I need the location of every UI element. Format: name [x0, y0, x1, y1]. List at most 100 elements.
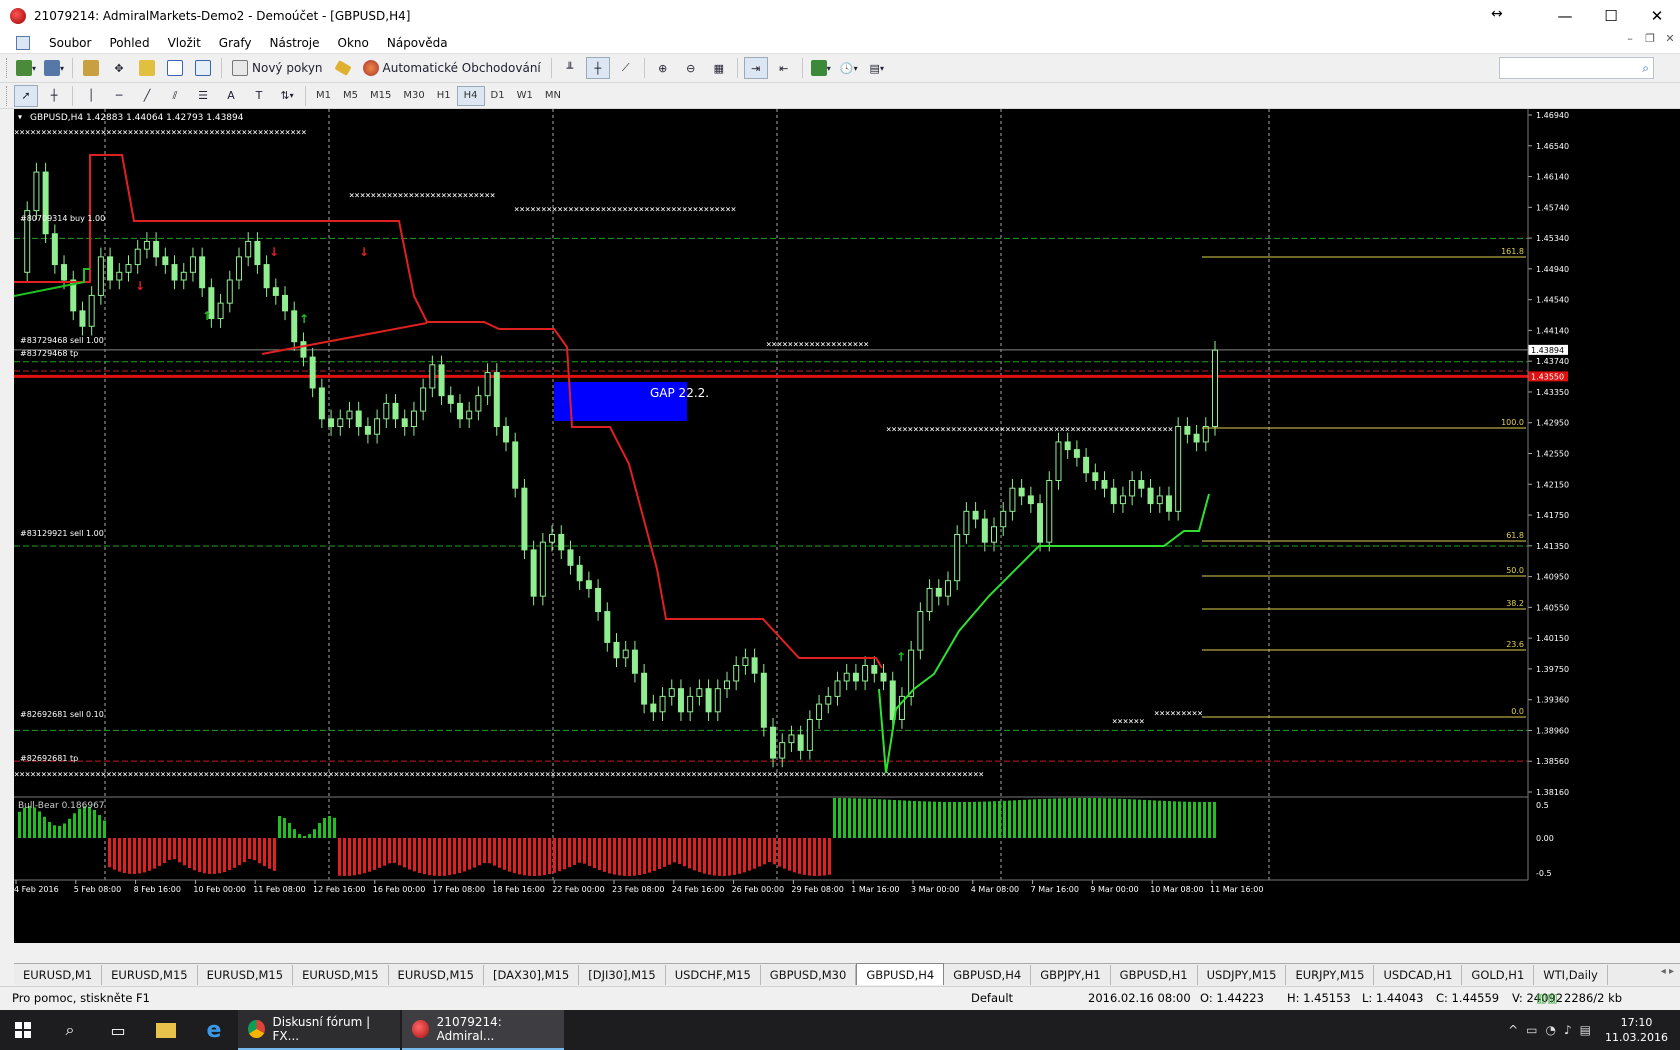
histogram-bar — [1133, 799, 1136, 838]
timeframe-m15[interactable]: M15 — [364, 86, 397, 106]
chart-tab[interactable]: GBPJPY,H1 — [1031, 965, 1111, 985]
network-icon[interactable]: ◔ — [1546, 1023, 1556, 1037]
chart-tab[interactable]: [DAX30],M15 — [484, 965, 580, 985]
notifications-icon[interactable]: ▤ — [1580, 1023, 1591, 1037]
channel-icon[interactable]: ⫽ — [163, 85, 187, 107]
indicators-icon[interactable]: ▾ — [809, 57, 833, 79]
file-explorer-icon[interactable] — [142, 1010, 190, 1050]
crosshair-icon[interactable]: ┼ — [42, 85, 66, 107]
histogram-bar — [783, 838, 786, 869]
fibonacci-icon[interactable]: ☰ — [191, 85, 215, 107]
timeframe-w1[interactable]: W1 — [511, 86, 539, 106]
volume-icon[interactable]: ♪ — [1564, 1023, 1572, 1037]
chart-tab[interactable]: EURUSD,M15 — [389, 965, 485, 985]
status-profile[interactable]: Default — [971, 991, 1013, 1005]
close-button[interactable]: ✕ — [1634, 0, 1680, 32]
chart-tab[interactable]: EURJPY,M15 — [1286, 965, 1375, 985]
search-icon[interactable]: ⌕ — [46, 1010, 94, 1050]
search-input[interactable]: ⌕ — [1499, 57, 1654, 79]
chart-shift-icon[interactable]: ⇤ — [772, 57, 796, 79]
horizontal-line-icon[interactable]: ─ — [107, 85, 131, 107]
tab-scroll-arrows-icon[interactable]: ◂ ▸ — [1661, 966, 1674, 977]
text-icon[interactable]: A — [219, 85, 243, 107]
vertical-line-icon[interactable]: │ — [79, 85, 103, 107]
autoscroll-icon[interactable]: ⇥ — [743, 57, 768, 79]
periods-icon[interactable]: 🕓 ▾ — [837, 57, 861, 79]
child-minimize-button[interactable]: – — [1620, 32, 1640, 45]
bar-chart-icon[interactable]: ╨ — [558, 57, 582, 79]
chart-tab[interactable]: [DJI30],M15 — [579, 965, 666, 985]
menu-window[interactable]: Okno — [329, 36, 378, 50]
maximize-button[interactable]: ☐ — [1588, 0, 1634, 32]
internet-explorer-icon[interactable]: e — [190, 1010, 238, 1050]
chart-tab[interactable]: GOLD,H1 — [1462, 965, 1535, 985]
strategy-tester-icon[interactable] — [191, 57, 215, 79]
navigator-icon[interactable] — [135, 57, 159, 79]
chart-tab[interactable]: GBPUSD,H1 — [1111, 965, 1198, 985]
chart-tab[interactable]: WTI,Daily — [1534, 965, 1608, 985]
chart-tab[interactable]: EURUSD,M15 — [198, 965, 294, 985]
start-button[interactable] — [0, 1010, 46, 1050]
tile-windows-icon[interactable]: ▦ — [707, 57, 731, 79]
candle-body — [954, 533, 961, 582]
timeframe-h1[interactable]: H1 — [431, 86, 457, 106]
chart-tab[interactable]: EURUSD,M15 — [102, 965, 198, 985]
taskbar-app-chrome[interactable]: Diskusní fórum | FX... — [238, 1010, 400, 1050]
battery-icon[interactable]: ▭ — [1526, 1023, 1537, 1037]
cursor-icon[interactable]: ➚ — [14, 84, 38, 107]
line-chart-icon[interactable]: ⟋ — [614, 57, 638, 79]
candle-body — [1184, 426, 1191, 435]
data-window-icon[interactable]: ✥ — [107, 57, 131, 79]
new-order-button[interactable]: Nový pokyn — [228, 57, 327, 79]
timeframe-m5[interactable]: M5 — [337, 86, 364, 106]
timeframe-d1[interactable]: D1 — [485, 86, 511, 106]
task-view-icon[interactable]: ▭ — [94, 1010, 142, 1050]
candle-body — [143, 240, 150, 250]
resize-arrows-icon[interactable]: ↔ — [1491, 6, 1503, 22]
clock[interactable]: 17:10 11.03.2016 — [1605, 1015, 1668, 1045]
taskbar-app-metatrader[interactable]: 21079214: Admiral... — [402, 1010, 564, 1050]
timeframe-mn[interactable]: MN — [539, 86, 567, 106]
zoom-out-icon[interactable]: ⊖ — [679, 57, 703, 79]
templates-icon[interactable]: ▤ ▾ — [865, 57, 889, 79]
terminal-icon[interactable] — [163, 57, 187, 79]
menu-insert[interactable]: Vložit — [159, 36, 210, 50]
arrows-icon[interactable]: ⇅ ▾ — [275, 85, 299, 107]
child-restore-button[interactable]: ❐ — [1640, 32, 1660, 45]
chart-tab[interactable]: EURUSD,M15 — [293, 965, 389, 985]
search-icon[interactable]: ⌕ — [1642, 61, 1649, 76]
chart-tab[interactable]: USDJPY,M15 — [1198, 965, 1287, 985]
menu-charts[interactable]: Grafy — [210, 36, 261, 50]
tray-chevron-icon[interactable]: ^ — [1508, 1023, 1518, 1037]
timeframe-h4[interactable]: H4 — [456, 85, 485, 106]
chart-tab[interactable]: GBPUSD,M30 — [761, 965, 857, 985]
zoom-in-icon[interactable]: ⊕ — [651, 57, 675, 79]
candlestick-icon[interactable]: ┼ — [585, 57, 610, 79]
chart-canvas[interactable]: GAP 22.2. ××××××××××××××××××××××××××××××… — [14, 109, 1680, 943]
new-chart-icon[interactable]: ▾ — [14, 57, 38, 79]
market-watch-icon[interactable] — [79, 57, 103, 79]
time-tick-label: 5 Feb 08:00 — [74, 885, 121, 894]
timeframe-m30[interactable]: M30 — [397, 86, 430, 106]
timeframe-m1[interactable]: M1 — [310, 86, 337, 106]
menu-tools[interactable]: Nástroje — [261, 36, 329, 50]
price-tick-label: 1.40950 — [1536, 573, 1569, 582]
autotrading-button[interactable]: Automatické Obchodování — [359, 57, 545, 79]
chart-window-icon[interactable] — [16, 35, 30, 50]
chart-tab[interactable]: GBPUSD,H4 — [856, 963, 945, 985]
minimize-button[interactable]: — — [1542, 0, 1588, 32]
chart-tab[interactable]: USDCAD,H1 — [1374, 965, 1463, 985]
time-tick-label: 10 Feb 00:00 — [193, 885, 245, 894]
child-close-button[interactable]: ✕ — [1660, 32, 1680, 45]
menu-help[interactable]: Nápověda — [378, 36, 457, 50]
trendline-icon[interactable]: ╱ — [135, 85, 159, 107]
menu-view[interactable]: Pohled — [100, 36, 158, 50]
menu-file[interactable]: Soubor — [40, 36, 100, 50]
metaeditor-icon[interactable] — [331, 57, 355, 79]
chart-tab[interactable]: USDCHF,M15 — [666, 965, 761, 985]
price-chart[interactable]: GAP 22.2. ××××××××××××××××××××××××××××××… — [14, 109, 1680, 943]
profiles-icon[interactable]: ▾ — [42, 57, 66, 79]
chart-tab[interactable]: EURUSD,M1 — [14, 965, 103, 985]
chart-tab[interactable]: GBPUSD,H4 — [944, 965, 1032, 985]
text-label-icon[interactable]: T — [247, 85, 271, 107]
